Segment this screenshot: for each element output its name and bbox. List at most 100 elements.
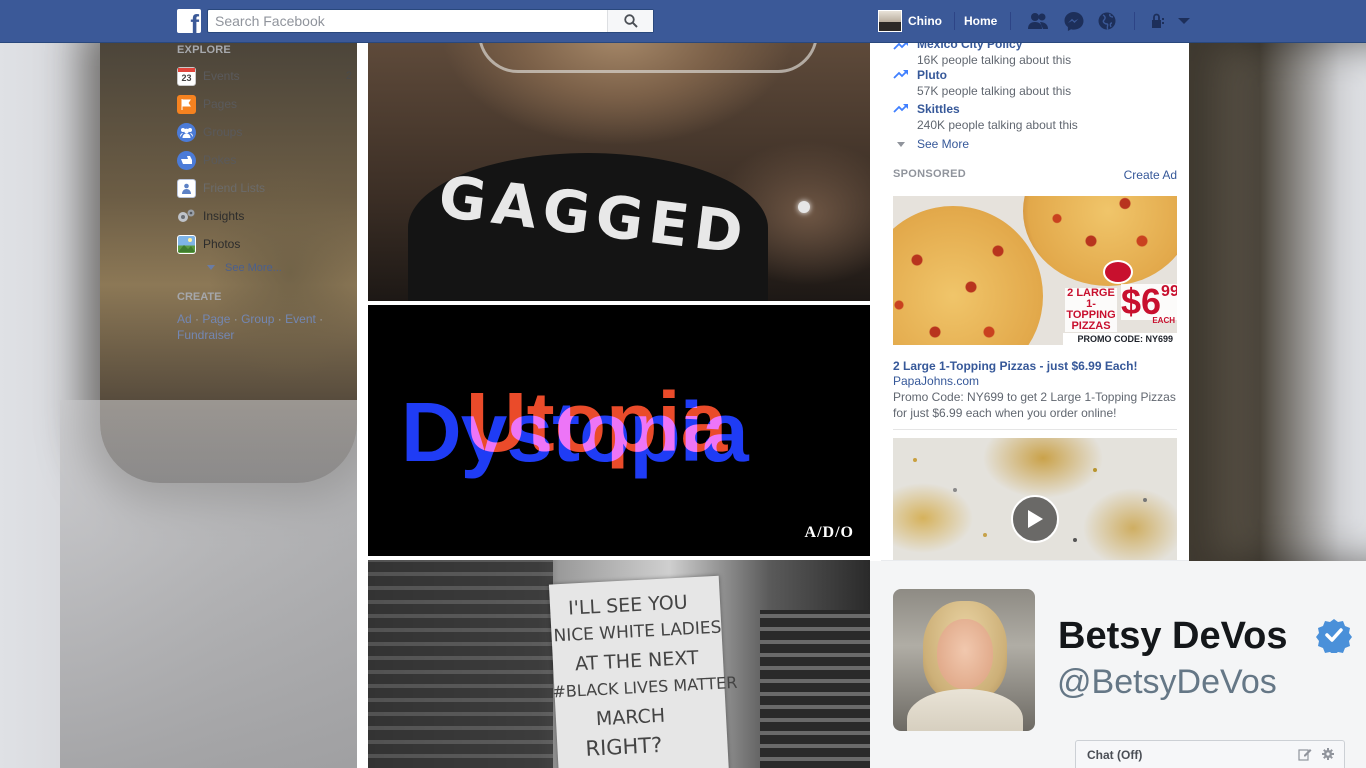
play-button[interactable] xyxy=(1011,495,1059,543)
friend-list-icon xyxy=(177,178,196,198)
photos-icon xyxy=(177,234,196,254)
sidebar-item-label: Insights xyxy=(203,209,245,223)
feed-photo-gagged[interactable]: GAGGED xyxy=(368,43,870,301)
search-button[interactable] xyxy=(607,10,653,32)
pizza-image xyxy=(893,206,1043,345)
flag-icon xyxy=(177,94,196,114)
ado-watermark: A/D/O xyxy=(804,524,854,541)
verified-badge-icon xyxy=(1316,619,1352,653)
profile-link[interactable]: Chino xyxy=(878,10,942,32)
confetti xyxy=(953,488,957,492)
poke-icon xyxy=(177,150,196,170)
feed-photo-protest[interactable]: I'LL SEE YOU NICE WHITE LADIES AT THE NE… xyxy=(368,560,870,768)
tweet-handle: @BetsyDeVos xyxy=(1057,663,1277,701)
sidebar-item-pages[interactable]: Pages xyxy=(177,94,352,114)
messenger-icon[interactable] xyxy=(1063,11,1085,31)
promo-code: PROMO CODE: NY699 xyxy=(1063,333,1177,345)
sidebar-item-friend-lists[interactable]: Friend Lists xyxy=(177,178,352,198)
promo-each: EACH xyxy=(1152,316,1175,325)
trend-title: Pluto xyxy=(917,68,947,82)
calendar-icon: 23 xyxy=(177,66,196,86)
trend-subtitle: 240K people talking about this xyxy=(917,118,1078,132)
sidebar-item-label: Events xyxy=(203,69,240,83)
background-fade xyxy=(60,400,357,768)
sidebar-see-more-link[interactable]: See More... xyxy=(206,262,282,274)
confetti xyxy=(1143,498,1147,502)
sign-line: #BLACK LIVES MATTER xyxy=(552,672,738,702)
trending-arrow-icon xyxy=(893,70,908,79)
protest-sign: I'LL SEE YOU NICE WHITE LADIES AT THE NE… xyxy=(548,575,738,768)
explore-heading: EXPLORE xyxy=(177,44,231,56)
separator: · xyxy=(195,312,200,326)
promo-price-cents: 99 xyxy=(1161,283,1177,300)
ad-title-link[interactable]: 2 Large 1-Topping Pizzas - just $6.99 Ea… xyxy=(893,359,1138,373)
feed-photo-dystopia[interactable]: Dystopia Utopia A/D/O xyxy=(368,305,870,556)
confetti xyxy=(1073,538,1077,542)
profile-name: Chino xyxy=(908,14,942,28)
promo-text: 2 LARGE 1-TOPPING PIZZAS xyxy=(1065,287,1117,332)
create-links: Ad · Page · Group · Event · Fundraiser xyxy=(177,311,337,343)
sidebar-item-groups[interactable]: Groups xyxy=(177,122,352,142)
groups-icon xyxy=(177,122,196,142)
friend-requests-icon[interactable] xyxy=(1027,11,1049,31)
calendar-day: 23 xyxy=(181,73,192,83)
utopia-word: Utopia xyxy=(466,375,728,469)
notifications-globe-icon[interactable] xyxy=(1096,11,1118,31)
create-ad-link[interactable]: Create Ad xyxy=(1124,168,1177,182)
create-ad-sidebar-link[interactable]: Ad xyxy=(177,312,192,326)
home-link[interactable]: Home xyxy=(964,14,997,28)
account-menu-chevron-down-icon[interactable] xyxy=(1173,11,1195,31)
avatar-face xyxy=(937,619,993,689)
separator: · xyxy=(277,312,282,326)
sidebar-item-label: Friend Lists xyxy=(203,181,266,195)
new-message-icon[interactable] xyxy=(1298,747,1312,761)
events-count-badge: 2 xyxy=(345,70,352,82)
play-icon xyxy=(1028,510,1043,528)
ad-description: Promo Code: NY699 to get 2 Large 1-Toppi… xyxy=(893,390,1176,420)
background-right xyxy=(1189,43,1366,563)
sign-line: I'LL SEE YOU xyxy=(567,591,689,620)
divider xyxy=(1134,12,1135,30)
avatar xyxy=(878,10,902,32)
facebook-logo-icon[interactable]: f xyxy=(177,9,201,33)
confetti xyxy=(1093,468,1097,472)
avatar-body xyxy=(907,689,1023,731)
trend-title: Mexico City Policy xyxy=(917,43,1023,51)
ad-image-pizza[interactable]: 2 LARGE 1-TOPPING PIZZAS $699 EACH PROMO… xyxy=(893,196,1177,345)
ad-domain-link[interactable]: PapaJohns.com xyxy=(893,374,979,388)
search-icon xyxy=(623,14,638,28)
create-group-link[interactable]: Group xyxy=(241,312,274,326)
sidebar-item-label: Groups xyxy=(203,125,243,139)
create-page-link[interactable]: Page xyxy=(202,312,230,326)
trending-arrow-icon xyxy=(893,104,908,113)
trending-see-more-link[interactable]: See More xyxy=(896,137,969,151)
sidebar-item-insights[interactable]: Insights xyxy=(177,206,352,226)
glasses-shape xyxy=(478,43,818,73)
create-event-link[interactable]: Event xyxy=(285,312,316,326)
promo-box: 2 LARGE 1-TOPPING PIZZAS $699 EACH PROMO… xyxy=(1063,254,1177,345)
sidebar-item-label: Pages xyxy=(203,97,238,111)
sidebar-item-pokes[interactable]: Pokes xyxy=(177,150,352,170)
chevron-down-icon xyxy=(207,265,215,271)
trend-title: Skittles xyxy=(917,102,960,116)
create-fundraiser-link[interactable]: Fundraiser xyxy=(177,328,234,342)
chat-bar[interactable]: Chat (Off) xyxy=(1075,740,1345,768)
create-heading: CREATE xyxy=(177,291,222,303)
earring xyxy=(798,201,810,213)
divider xyxy=(954,12,955,30)
news-feed: GAGGED Dystopia Utopia A/D/O I'LL SEE YO… xyxy=(357,43,881,768)
separator: · xyxy=(233,312,238,326)
sign-line: MARCH xyxy=(595,704,666,731)
sidebar-item-events[interactable]: 23 Events 2 xyxy=(177,66,352,86)
sidebar-item-photos[interactable]: Photos xyxy=(177,234,352,254)
right-column: Mexico City Policy 16K people talking ab… xyxy=(881,43,1189,560)
gear-icon[interactable] xyxy=(1321,747,1335,761)
sign-line: AT THE NEXT xyxy=(574,646,700,676)
video-ad[interactable] xyxy=(893,438,1177,560)
search-box xyxy=(207,9,654,33)
top-navigation-bar: f Chino Home xyxy=(0,0,1366,43)
confetti xyxy=(913,458,917,462)
privacy-shortcuts-icon[interactable] xyxy=(1150,11,1172,31)
search-input[interactable] xyxy=(208,10,608,32)
trend-subtitle: 16K people talking about this xyxy=(917,53,1072,67)
